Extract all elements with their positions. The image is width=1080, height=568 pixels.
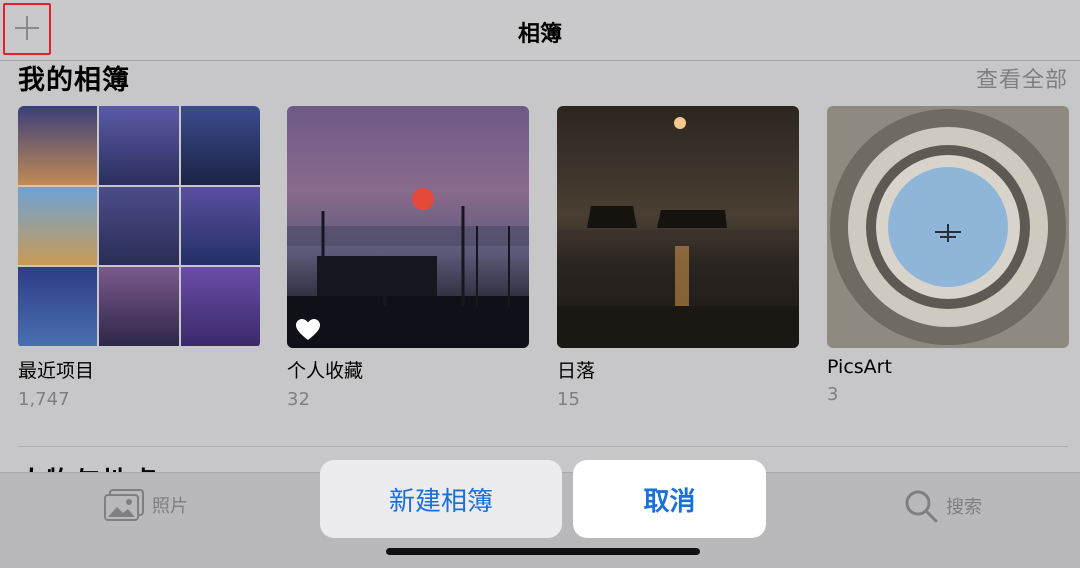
- tab-search-label: 搜索: [946, 497, 982, 518]
- album-card-sunset[interactable]: 日落 15: [557, 106, 799, 410]
- tab-photos-label: 照片: [152, 496, 188, 517]
- album-thumbnail-picsart: [827, 106, 1069, 348]
- search-icon: [905, 490, 938, 523]
- photos-icon: [104, 489, 144, 521]
- album-thumbnail-favorites: [287, 106, 529, 348]
- new-album-button[interactable]: 新建相簿: [320, 460, 562, 538]
- home-indicator: [386, 548, 700, 555]
- album-count: 3: [827, 384, 839, 405]
- section-title-my-albums: 我的相簿: [18, 65, 130, 96]
- album-card-favorites[interactable]: 个人收藏 32: [287, 106, 529, 410]
- nav-bar: 相簿: [0, 0, 1080, 61]
- album-name: 最近项目: [18, 360, 95, 382]
- album-count: 32: [287, 389, 310, 410]
- album-thumbnail-sunset: [557, 106, 799, 348]
- heart-icon: [296, 319, 320, 340]
- album-name: PicsArt: [827, 356, 892, 378]
- spiral-tower-scene: [830, 109, 1066, 345]
- page-title: 相簿: [517, 22, 562, 47]
- album-name: 个人收藏: [287, 360, 364, 382]
- tab-photos[interactable]: 照片: [104, 489, 188, 521]
- tab-search[interactable]: 搜索: [904, 489, 982, 523]
- album-count: 1,747: [18, 389, 70, 410]
- cancel-button[interactable]: 取消: [573, 460, 766, 538]
- album-thumbnail-recents: [18, 106, 260, 348]
- harbor-silhouette: [287, 188, 529, 348]
- album-card-recents[interactable]: 最近项目 1,747: [18, 106, 260, 410]
- album-name: 日落: [557, 360, 596, 382]
- album-count: 15: [557, 389, 580, 410]
- album-card-picsart[interactable]: PicsArt 3: [827, 106, 1069, 405]
- sunset-scene: [557, 117, 799, 348]
- section-divider: [18, 446, 1068, 447]
- see-all-link[interactable]: 查看全部: [976, 62, 1068, 94]
